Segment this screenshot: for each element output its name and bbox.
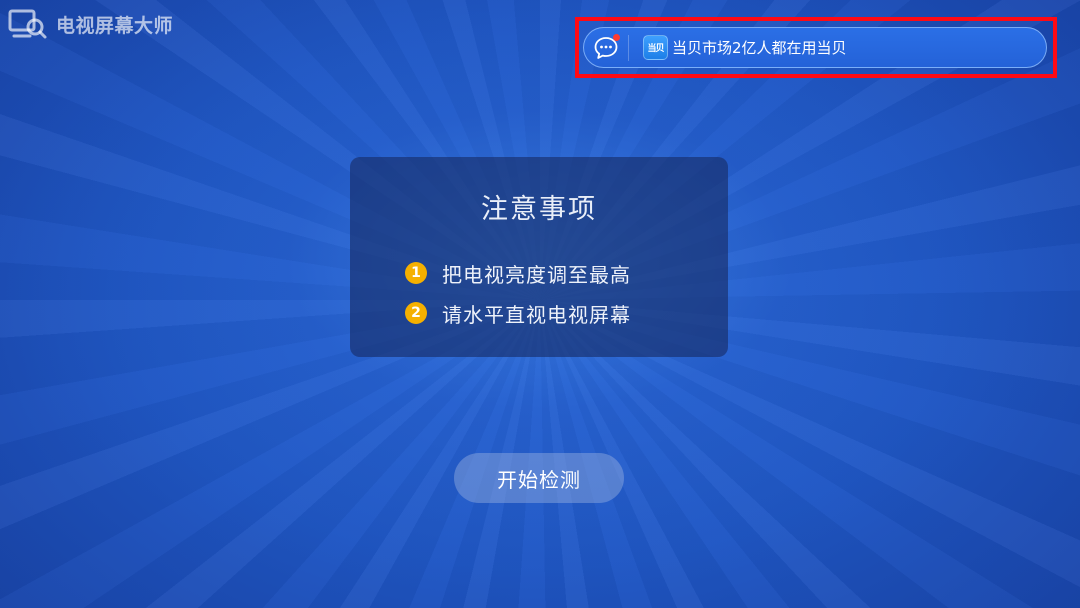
notice-item: 1 把电视亮度调至最高 <box>405 253 631 293</box>
start-detection-button[interactable]: 开始检测 <box>454 453 624 503</box>
app-logo: 电视屏幕大师 <box>8 8 173 40</box>
notice-list: 1 把电视亮度调至最高 2 请水平直视电视屏幕 <box>405 253 631 333</box>
tv-search-icon <box>8 9 47 39</box>
ad-divider <box>628 34 629 61</box>
notice-item-text: 把电视亮度调至最高 <box>442 262 631 287</box>
number-badge: 1 <box>405 262 427 284</box>
notice-item-text: 请水平直视电视屏幕 <box>442 302 631 327</box>
notice-item: 2 请水平直视电视屏幕 <box>405 293 631 333</box>
notice-card: 注意事项 1 把电视亮度调至最高 2 请水平直视电视屏幕 <box>350 157 728 357</box>
dangbei-app-icon: 当贝 <box>643 35 668 60</box>
ad-banner[interactable]: 当贝 当贝市场2亿人都在用当贝 <box>583 27 1047 68</box>
notice-title: 注意事项 <box>481 194 597 225</box>
tv-screen: 电视屏幕大师 当贝 当贝市场2亿人都在用当贝 注意事项 1 把电视亮度调至最高 … <box>0 0 1080 608</box>
ad-text: 当贝市场2亿人都在用当贝 <box>672 39 847 57</box>
chat-button[interactable] <box>586 28 626 67</box>
number-badge: 2 <box>405 302 427 324</box>
app-name: 电视屏幕大师 <box>56 14 174 37</box>
notification-dot <box>613 34 620 41</box>
